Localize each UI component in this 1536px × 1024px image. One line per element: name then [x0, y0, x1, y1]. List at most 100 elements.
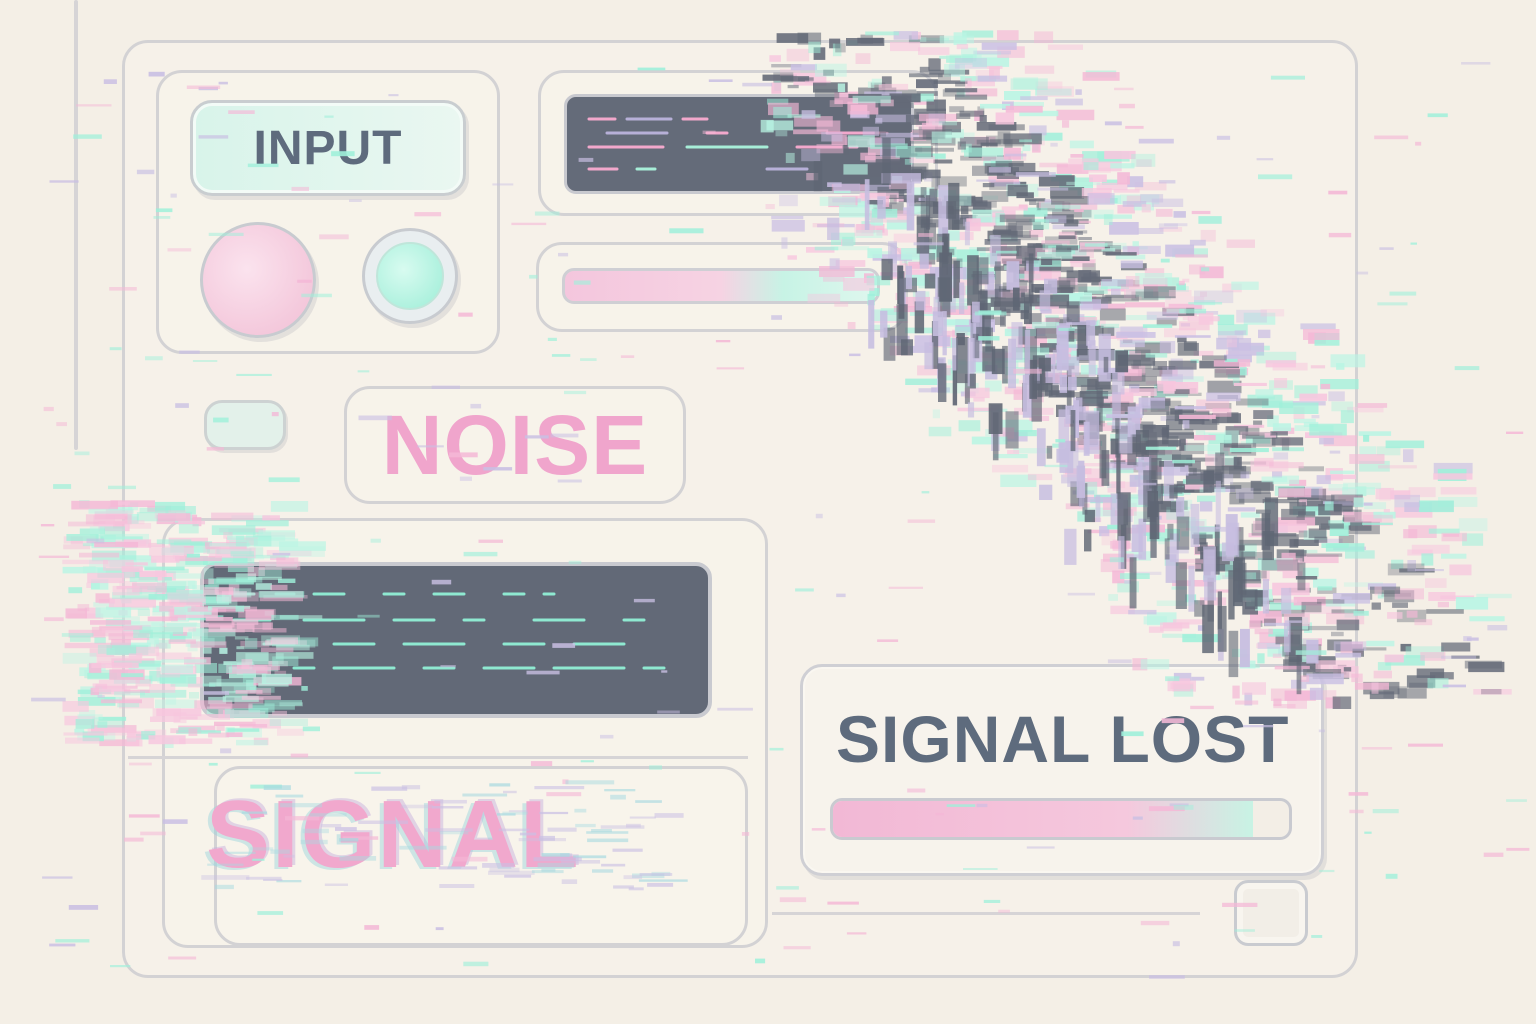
glitch-fragment: [1454, 366, 1480, 371]
glitch-fragment: [79, 500, 90, 508]
glitch-fragment: [1410, 242, 1417, 245]
glitch-fragment: [1455, 597, 1489, 610]
glitch-fragment: [1408, 525, 1437, 538]
glitch-fragment: [911, 31, 921, 40]
glitch-fragment: [98, 599, 115, 604]
glitch-fragment: [1462, 533, 1484, 546]
glitch-fragment: [1387, 563, 1425, 576]
glitch-fragment: [56, 422, 67, 427]
pink-circle-button[interactable]: [200, 222, 316, 338]
glitch-fragment: [53, 484, 72, 489]
glitch-fragment: [997, 30, 1019, 41]
glitch-fragment: [66, 534, 99, 541]
glitch-fragment: [68, 521, 99, 527]
glitch-fragment: [893, 31, 918, 40]
glitch-fragment: [77, 689, 112, 695]
glitch-fragment: [1383, 509, 1390, 513]
glitch-fragment: [1397, 688, 1427, 699]
glitch-fragment: [1376, 446, 1401, 456]
glitch-fragment: [1437, 601, 1449, 608]
glitch-fragment: [71, 500, 118, 510]
glitch-fragment: [104, 696, 122, 702]
glitch-fragment: [1391, 559, 1404, 570]
divider-line-right: [772, 912, 1200, 915]
progress-fill: [833, 801, 1253, 837]
glitch-fragment: [1407, 549, 1433, 556]
glitch-fragment: [103, 79, 117, 84]
glitch-fragment: [1385, 873, 1398, 879]
glitch-fragment: [1394, 588, 1424, 600]
glitch-fragment: [1373, 511, 1396, 519]
glitch-fragment: [94, 637, 106, 644]
glitch-fragment: [77, 604, 90, 612]
glitch-fragment: [1405, 646, 1444, 659]
glitch-fragment: [1400, 643, 1412, 652]
glitch-fragment: [1425, 578, 1447, 588]
glitch-fragment: [1381, 592, 1411, 597]
glitch-fragment: [68, 905, 99, 910]
glitch-fragment: [1363, 681, 1400, 695]
glitch-fragment: [62, 566, 106, 574]
glitch-fragment: [1406, 610, 1418, 618]
glitch-fragment: [63, 544, 91, 550]
glitch-fragment: [44, 617, 64, 622]
glitch-fragment: [1377, 302, 1408, 306]
glitch-fragment: [75, 719, 95, 729]
glitch-fragment: [1371, 602, 1381, 610]
glitch-fragment: [74, 728, 85, 735]
glitch-fragment: [95, 683, 108, 689]
glitch-fragment: [87, 672, 117, 680]
glitch-fragment: [1379, 488, 1391, 501]
glitch-fragment: [97, 695, 105, 698]
glitch-fragment: [1406, 675, 1436, 688]
glitch-fragment: [1378, 465, 1417, 469]
glitch-fragment: [1385, 440, 1425, 449]
glitch-fragment: [91, 579, 109, 590]
glitch-fragment: [1403, 449, 1414, 463]
glitch-fragment: [1361, 747, 1393, 750]
gradient-slider-track[interactable]: [562, 268, 880, 304]
glitch-fragment: [1427, 113, 1448, 118]
divider-line: [128, 756, 748, 759]
glitch-fragment: [43, 406, 54, 412]
glitch-fragment: [1394, 507, 1433, 518]
glitch-fragment: [1442, 684, 1466, 688]
glitch-fragment: [1421, 553, 1434, 566]
glitch-fragment: [1469, 616, 1505, 622]
glitch-fragment: [1373, 670, 1392, 679]
glitch-fragment: [1384, 654, 1404, 663]
glitch-fragment: [1370, 586, 1401, 594]
glitch-fragment: [1374, 135, 1409, 140]
glitch-fragment: [49, 943, 76, 947]
glitch-fragment: [1506, 431, 1524, 434]
glitch-fragment: [1418, 500, 1454, 513]
glitch-fragment: [68, 629, 106, 638]
glitch-fragment: [1483, 852, 1504, 857]
glitch-fragment: [1357, 403, 1388, 408]
toggle-switch[interactable]: [204, 400, 286, 450]
glitch-fragment: [1449, 564, 1472, 576]
noise-label: NOISE: [381, 397, 649, 492]
glitch-fragment: [1506, 799, 1527, 802]
glitch-fragment: [1364, 831, 1372, 834]
glitch-fragment: [89, 648, 115, 657]
square-checkbox[interactable]: [1234, 880, 1308, 946]
glitch-fragment: [1364, 502, 1387, 510]
glitch-fragment: [1354, 682, 1389, 690]
glitch-fragment: [1389, 291, 1417, 296]
glitch-fragment: [84, 607, 101, 619]
input-button[interactable]: INPUT: [190, 100, 466, 196]
glitch-fragment: [98, 661, 119, 665]
signal-lost-text: SIGNAL LOST: [836, 702, 1290, 776]
glitch-fragment: [63, 732, 108, 736]
glitch-fragment: [1443, 534, 1460, 537]
glitch-fragment: [86, 538, 105, 544]
glitch-fragment: [1441, 642, 1471, 652]
glitch-fragment: [1371, 682, 1379, 694]
glitch-fragment: [93, 602, 114, 607]
glitch-fragment: [1438, 497, 1478, 507]
glitch-fragment: [79, 552, 120, 558]
glitch-fragment: [1359, 446, 1377, 455]
glitch-fragment: [63, 536, 98, 544]
glitch-fragment: [91, 581, 100, 590]
